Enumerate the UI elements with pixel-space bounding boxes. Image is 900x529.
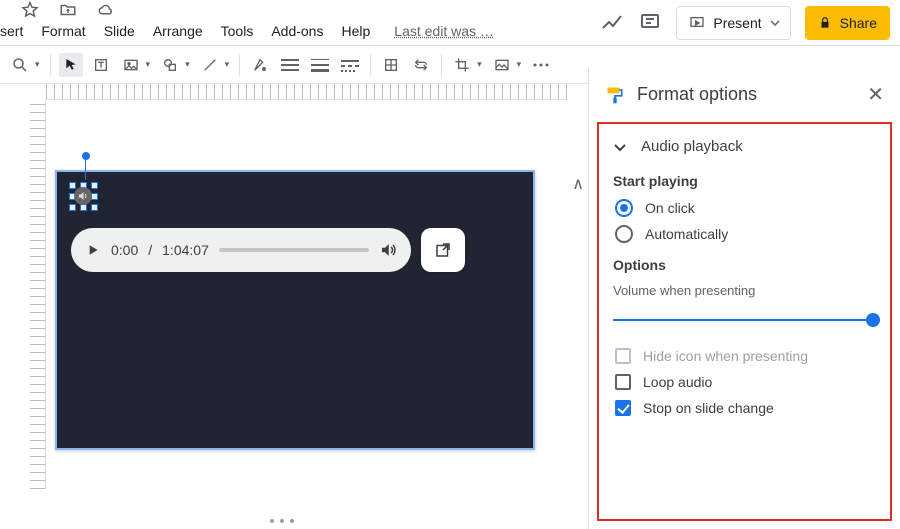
- scroll-up-icon[interactable]: ∧: [572, 174, 584, 194]
- volume-label: Volume when presenting: [613, 283, 876, 298]
- menu-slide[interactable]: Slide: [104, 23, 135, 39]
- menu-insert[interactable]: sert: [0, 23, 23, 39]
- replace-image-tool[interactable]: [409, 53, 433, 77]
- share-button[interactable]: Share: [805, 6, 890, 40]
- image-tool[interactable]: [119, 53, 143, 77]
- star-icon[interactable]: [18, 0, 42, 22]
- checkbox-stop-slide-change[interactable]: Stop on slide change: [615, 400, 874, 416]
- paint-roller-icon: [605, 85, 625, 105]
- menu-tools[interactable]: Tools: [221, 23, 254, 39]
- radio-auto-input[interactable]: [615, 225, 633, 243]
- border-dash-tool[interactable]: [338, 53, 362, 77]
- panel-title: Format options: [637, 84, 855, 105]
- toolbar: ▾ ▾ ▾ ▾ ▾ ▾: [0, 46, 588, 84]
- volume-slider[interactable]: [613, 310, 876, 330]
- menu-help[interactable]: Help: [341, 23, 370, 39]
- radio-on-click-input[interactable]: [615, 199, 633, 217]
- audio-object-icon[interactable]: [74, 187, 92, 205]
- audio-player[interactable]: 0:00 / 1:04:07: [71, 228, 411, 272]
- radio-automatically[interactable]: Automatically: [615, 225, 874, 243]
- menu-format[interactable]: Format: [41, 23, 85, 39]
- color-tool[interactable]: [248, 53, 272, 77]
- last-edit-link[interactable]: Last edit was …: [394, 23, 494, 39]
- slider-knob[interactable]: [866, 313, 880, 327]
- lock-icon: [818, 16, 832, 30]
- player-current-time: 0:00: [111, 242, 138, 258]
- border-color-tool[interactable]: [278, 53, 302, 77]
- select-tool[interactable]: [59, 53, 83, 77]
- menu-bar: sert Format Slide Arrange Tools Add-ons …: [0, 23, 494, 39]
- move-to-drive-icon[interactable]: [56, 0, 80, 22]
- format-options-tool[interactable]: [379, 53, 403, 77]
- present-label: Present: [713, 15, 761, 31]
- zoom-tool[interactable]: [8, 53, 32, 77]
- radio-on-click[interactable]: On click: [615, 199, 874, 217]
- checkbox-loop-audio[interactable]: Loop audio: [615, 374, 874, 390]
- shape-tool[interactable]: [158, 53, 182, 77]
- page-indicator: [270, 519, 294, 523]
- line-tool[interactable]: [198, 53, 222, 77]
- present-button[interactable]: Present: [676, 6, 774, 40]
- start-playing-label: Start playing: [613, 173, 876, 189]
- player-track[interactable]: [219, 248, 369, 252]
- rotate-handle[interactable]: [82, 152, 90, 160]
- section-title: Audio playback: [641, 138, 743, 155]
- mask-tool[interactable]: [490, 53, 514, 77]
- crop-tool[interactable]: [450, 53, 474, 77]
- present-dropdown[interactable]: [761, 6, 791, 40]
- activity-icon[interactable]: [600, 11, 624, 35]
- textbox-tool[interactable]: [89, 53, 113, 77]
- workspace: ∧ 0:00 / 1:04:07: [0, 84, 588, 529]
- share-label: Share: [840, 15, 877, 31]
- hide-icon-checkbox[interactable]: [615, 348, 631, 364]
- cloud-status-icon[interactable]: [94, 0, 118, 22]
- popout-button[interactable]: [421, 228, 465, 272]
- comments-icon[interactable]: [638, 11, 662, 35]
- format-options-panel: Format options ✕ Audio playback Start pl…: [588, 68, 900, 529]
- more-tools[interactable]: [529, 53, 553, 77]
- app-header: sert Format Slide Arrange Tools Add-ons …: [0, 0, 900, 46]
- vertical-ruler: [30, 100, 46, 489]
- audio-playback-section: Audio playback Start playing On click Au…: [597, 122, 892, 521]
- close-panel-button[interactable]: ✕: [867, 82, 884, 107]
- volume-icon[interactable]: [379, 241, 397, 259]
- checkbox-hide-icon[interactable]: Hide icon when presenting: [615, 348, 874, 364]
- player-duration: 1:04:07: [162, 242, 209, 258]
- border-weight-tool[interactable]: [308, 53, 332, 77]
- stop-slide-checkbox[interactable]: [615, 400, 631, 416]
- loop-audio-checkbox[interactable]: [615, 374, 631, 390]
- horizontal-ruler: [46, 84, 568, 100]
- play-icon[interactable]: [85, 242, 101, 258]
- menu-addons[interactable]: Add-ons: [271, 23, 323, 39]
- menu-arrange[interactable]: Arrange: [153, 23, 203, 39]
- present-icon: [689, 15, 705, 31]
- section-toggle[interactable]: Audio playback: [613, 138, 876, 155]
- chevron-down-icon: [613, 140, 627, 154]
- options-label: Options: [613, 257, 876, 273]
- slide-canvas[interactable]: 0:00 / 1:04:07: [55, 170, 535, 450]
